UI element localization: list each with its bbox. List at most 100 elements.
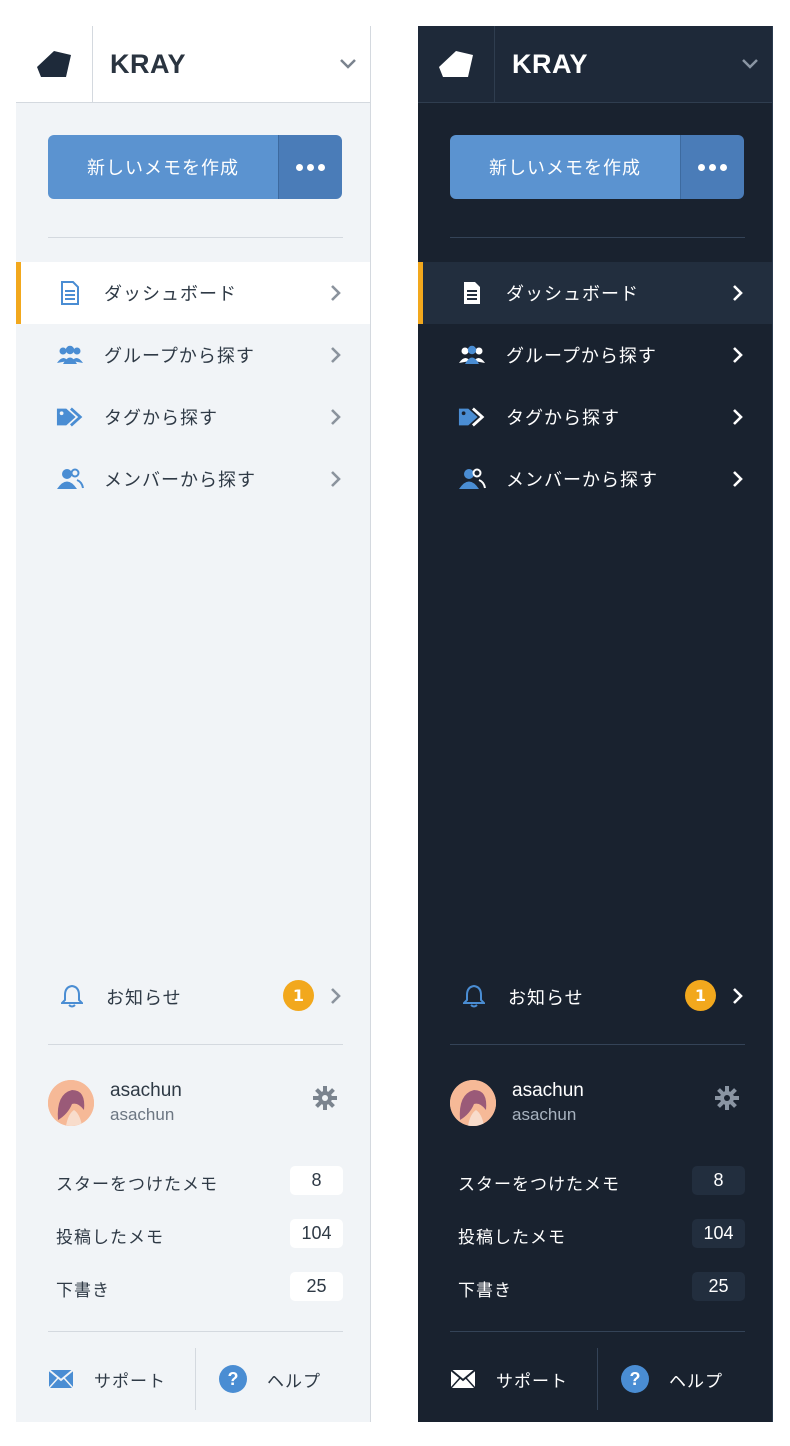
nav-label: メンバーから探す	[506, 470, 658, 491]
user-profile: asachun asachun	[48, 1078, 343, 1128]
sidebar-header: KRAY	[16, 25, 370, 103]
nav-item-dashboard[interactable]: ダッシュボード	[16, 262, 370, 324]
workspace-switcher[interactable]	[326, 58, 370, 70]
logo[interactable]	[16, 25, 93, 103]
stat-starred[interactable]: スターをつけたメモ 8	[56, 1166, 343, 1196]
create-memo-group: 新しいメモを作成	[450, 135, 744, 199]
logo[interactable]	[418, 25, 495, 103]
nav-label: ダッシュボード	[506, 284, 639, 305]
nav-item-groups[interactable]: グループから探す	[418, 324, 772, 386]
tag-icon	[458, 405, 486, 429]
user-display-name: asachun	[512, 1080, 584, 1101]
create-more-button[interactable]	[278, 135, 342, 199]
group-icon	[458, 343, 486, 367]
sidebar-dark: KRAY 新しいメモを作成 ダッシュボード グループから探す タグから探す メン…	[418, 25, 773, 1422]
workspace-switcher[interactable]	[728, 58, 772, 70]
divider	[450, 1044, 745, 1045]
document-icon	[458, 281, 486, 305]
notifications-item[interactable]: お知らせ 1	[418, 966, 772, 1026]
help-icon: ?	[621, 1365, 649, 1393]
gear-icon[interactable]	[715, 1086, 739, 1110]
stat-posted[interactable]: 投稿したメモ 104	[56, 1219, 343, 1249]
stat-label: 投稿したメモ	[458, 1228, 566, 1248]
more-dot-icon	[709, 163, 716, 171]
nav-item-groups[interactable]: グループから探す	[16, 324, 370, 386]
user-display-name: asachun	[110, 1080, 182, 1101]
help-label: ヘルプ	[267, 1371, 321, 1392]
nav-item-members[interactable]: メンバーから探す	[16, 448, 370, 510]
chevron-right-icon	[331, 285, 341, 301]
stat-posted[interactable]: 投稿したメモ 104	[458, 1219, 745, 1249]
nav-label: タグから探す	[506, 408, 620, 429]
sidebar-light: KRAY 新しいメモを作成 ダッシュボード グループから探す タグから探す メン…	[16, 25, 371, 1422]
notification-count-badge: 1	[283, 980, 314, 1011]
divider	[48, 237, 343, 238]
help-icon: ?	[219, 1365, 247, 1393]
chevron-right-icon	[733, 285, 743, 301]
divider	[48, 1044, 343, 1045]
avatar[interactable]	[450, 1080, 496, 1126]
chevron-right-icon	[733, 471, 743, 487]
help-button[interactable]: ? ヘルプ	[219, 1348, 321, 1410]
gear-icon[interactable]	[313, 1086, 337, 1110]
create-more-button[interactable]	[680, 135, 744, 199]
user-profile: asachun asachun	[450, 1078, 745, 1128]
support-button[interactable]: サポート	[48, 1348, 166, 1410]
member-icon	[458, 467, 486, 491]
divider	[450, 1331, 745, 1332]
notifications-label: お知らせ	[106, 988, 182, 1009]
support-label: サポート	[496, 1371, 568, 1392]
stat-count: 104	[692, 1219, 745, 1248]
nav-item-tags[interactable]: タグから探す	[418, 386, 772, 448]
help-label: ヘルプ	[669, 1371, 723, 1392]
chevron-right-icon	[331, 347, 341, 363]
nav-item-dashboard[interactable]: ダッシュボード	[418, 262, 772, 324]
stat-label: スターをつけたメモ	[458, 1175, 620, 1195]
stat-starred[interactable]: スターをつけたメモ 8	[458, 1166, 745, 1196]
mail-icon	[48, 1369, 74, 1389]
workspace-name: KRAY	[512, 48, 589, 79]
chevron-right-icon	[331, 988, 341, 1004]
nav-item-members[interactable]: メンバーから探す	[418, 448, 772, 510]
nav-label: ダッシュボード	[104, 284, 237, 305]
user-id: asachun	[110, 1105, 175, 1124]
divider	[450, 237, 745, 238]
footer-divider	[597, 1348, 598, 1410]
workspace-name: KRAY	[110, 48, 187, 79]
tag-icon	[56, 405, 84, 429]
sidebar-footer: サポート ? ヘルプ	[418, 1348, 772, 1410]
chevron-down-icon	[742, 59, 758, 69]
nav-label: グループから探す	[104, 346, 255, 367]
stat-count: 8	[692, 1166, 745, 1195]
sidebar-footer: サポート ? ヘルプ	[16, 1348, 370, 1410]
bell-icon	[460, 984, 488, 1008]
stat-drafts[interactable]: 下書き 25	[458, 1272, 745, 1302]
user-id: asachun	[512, 1105, 577, 1124]
divider	[48, 1331, 343, 1332]
avatar[interactable]	[48, 1080, 94, 1126]
chevron-right-icon	[733, 347, 743, 363]
chevron-right-icon	[733, 409, 743, 425]
stat-label: 投稿したメモ	[56, 1228, 164, 1248]
more-dot-icon	[296, 163, 303, 171]
more-dot-icon	[318, 163, 325, 171]
support-label: サポート	[94, 1371, 166, 1392]
create-memo-group: 新しいメモを作成	[48, 135, 342, 199]
stat-drafts[interactable]: 下書き 25	[56, 1272, 343, 1302]
stat-count: 25	[290, 1272, 343, 1301]
notifications-item[interactable]: お知らせ 1	[16, 966, 370, 1026]
notification-count-badge: 1	[685, 980, 716, 1011]
stat-label: 下書き	[56, 1281, 110, 1301]
support-button[interactable]: サポート	[450, 1348, 568, 1410]
nav-label: グループから探す	[506, 346, 657, 367]
more-dot-icon	[698, 163, 705, 171]
nav-label: メンバーから探す	[104, 470, 256, 491]
create-memo-button[interactable]: 新しいメモを作成	[48, 135, 278, 199]
help-button[interactable]: ? ヘルプ	[621, 1348, 723, 1410]
create-memo-button[interactable]: 新しいメモを作成	[450, 135, 680, 199]
member-icon	[56, 467, 84, 491]
more-dot-icon	[720, 163, 727, 171]
sidebar-header: KRAY	[418, 25, 772, 103]
nav-item-tags[interactable]: タグから探す	[16, 386, 370, 448]
footer-divider	[195, 1348, 196, 1410]
